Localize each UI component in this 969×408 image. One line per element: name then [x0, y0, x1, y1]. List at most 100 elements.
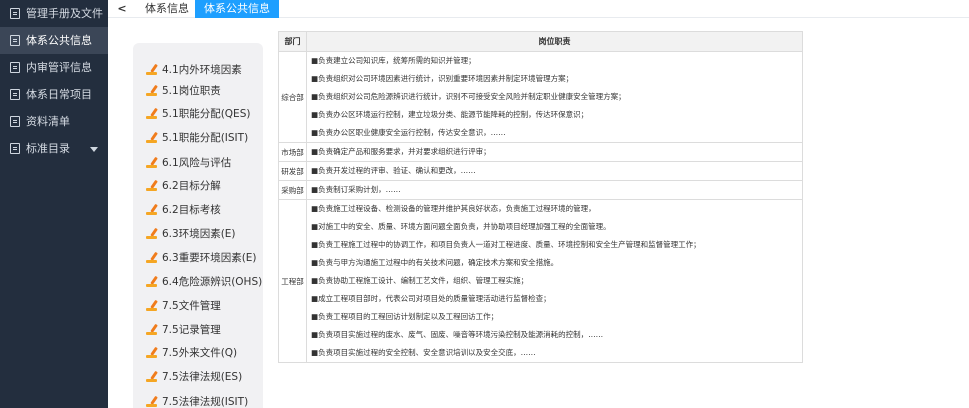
tree-item-label: 5.1职能分配(ISIT) — [162, 132, 249, 144]
duty-line: ■负责确定产品和服务要求，并对要求组织进行评审； — [311, 147, 491, 156]
tree-item[interactable]: 7.5文件管理 — [133, 296, 263, 316]
table-row: 市场部 ■负责确定产品和服务要求，并对要求组织进行评审； — [278, 142, 803, 162]
pencil-icon — [146, 370, 158, 382]
duty-line: ■负责组织对公司危险源辨识进行统计，识别不可接受安全风险并制定职业健康安全管理方… — [311, 92, 626, 101]
pencil-icon — [146, 323, 158, 335]
duty-line: ■负责协助工程施工设计、编制工艺文件，组织、管理工程实施； — [311, 276, 529, 285]
tab-system-info[interactable]: 体系信息 — [136, 0, 198, 18]
duty-line: ■负责工程项目的工程回访计划制定以及工程回访工作； — [311, 312, 499, 321]
sidebar-item-audit-review[interactable]: 内审管评信息 — [0, 54, 108, 81]
dept-cell: 采购部 — [278, 180, 307, 200]
duty-line: ■负责与甲方沟通施工过程中的有关技术问题，确定技术方案和安全措施。 — [311, 258, 559, 267]
sidebar-item-label: 体系公共信息 — [26, 34, 92, 47]
document-icon — [10, 8, 20, 19]
tab-system-public-info[interactable]: 体系公共信息 — [195, 0, 279, 18]
pencil-icon — [146, 156, 158, 168]
dept-cell: 工程部 — [278, 199, 307, 363]
tree-panel: 4.1内外环境因素 5.1岗位职责 5.1职能分配(QES) 5.1职能分配(I… — [133, 43, 263, 408]
document-icon — [10, 89, 20, 100]
pencil-icon — [146, 251, 158, 263]
sidebar-item-label: 标准目录 — [26, 142, 70, 155]
duty-line: ■负责建立公司知识库，统筹所需的知识并管理； — [311, 56, 476, 65]
duty-line: ■负责工程施工过程中的协调工作，和项目负责人一道对工程进度、质量、环境控制和安全… — [311, 240, 701, 249]
duty-line: ■负责施工过程设备、检测设备的管理并维护其良好状态，负责施工过程环境的管理， — [311, 204, 596, 213]
tree-item[interactable]: 6.3环境因素(E) — [133, 224, 263, 244]
duty-line: ■负责制订采购计划，…… — [311, 185, 401, 194]
tree-item-label: 7.5外来文件(Q) — [162, 347, 238, 359]
duty-line: ■负责项目实施过程的安全控制、安全意识培训以及安全交底，…… — [311, 348, 536, 357]
pencil-icon — [146, 227, 158, 239]
duties-cell: ■负责开发过程的评审、验证、确认和更改，…… — [306, 161, 803, 181]
tree-item[interactable]: 7.5外来文件(Q) — [133, 343, 263, 363]
duties-cell: ■负责建立公司知识库，统筹所需的知识并管理； ■负责组织对公司环境因素进行统计，… — [306, 51, 803, 143]
tree-item-label: 6.3重要环境因素(E) — [162, 252, 257, 264]
pencil-icon — [146, 275, 158, 287]
tree-item[interactable]: 5.1职能分配(QES) — [133, 104, 263, 124]
document-icon — [10, 116, 20, 127]
duty-line: ■负责办公区环境运行控制，建立垃圾分类、能源节能降耗的控制，传达环保意识； — [311, 110, 589, 119]
tree-item-label: 5.1职能分配(QES) — [162, 108, 251, 120]
tree-item-label: 6.2目标分解 — [162, 180, 221, 192]
tree-item[interactable]: 6.2目标分解 — [133, 176, 263, 196]
tree-item[interactable]: 4.1内外环境因素 — [133, 60, 263, 80]
duty-line: ■对施工中的安全、质量、环境方面问题全面负责，并协助项目经理加强工程的全面管理。 — [311, 222, 611, 231]
tree-item-label: 6.2目标考核 — [162, 204, 221, 216]
duty-line: ■负责项目实施过程的废水、废气、固废、噪音等环境污染控制及能源消耗的控制，…… — [311, 330, 604, 339]
tab-bar: < 体系信息 体系公共信息 — [108, 0, 969, 18]
dept-cell: 综合部 — [278, 51, 307, 143]
document-icon — [10, 62, 20, 73]
sidebar-item-data-list[interactable]: 资料清单 — [0, 108, 108, 135]
sidebar-item-label: 内审管评信息 — [26, 61, 92, 74]
duty-line: ■负责组织对公司环境因素进行统计，识别重要环境因素并制定环境管理方案； — [311, 74, 574, 83]
table-row: 工程部 ■负责施工过程设备、检测设备的管理并维护其良好状态，负责施工过程环境的管… — [278, 199, 803, 363]
document-icon — [10, 143, 20, 154]
pencil-icon — [146, 395, 158, 407]
tree-item[interactable]: 7.5法律法规(ISIT) — [133, 392, 263, 408]
tree-item-label: 4.1内外环境因素 — [162, 64, 242, 76]
dept-cell: 研发部 — [278, 161, 307, 181]
dept-cell: 市场部 — [278, 142, 307, 162]
sidebar-item-daily-projects[interactable]: 体系日常项目 — [0, 81, 108, 108]
sidebar-item-standard-catalog[interactable]: 标准目录 — [0, 135, 108, 162]
duty-line: ■负责开发过程的评审、验证、确认和更改，…… — [311, 166, 476, 175]
tree-item-label: 7.5法律法规(ES) — [162, 371, 243, 383]
table-header-row: 部门 岗位职责 — [278, 31, 803, 52]
table-row: 采购部 ■负责制订采购计划，…… — [278, 180, 803, 200]
table-row: 研发部 ■负责开发过程的评审、验证、确认和更改，…… — [278, 161, 803, 181]
tree-item[interactable]: 7.5法律法规(ES) — [133, 367, 263, 387]
tree-item[interactable]: 5.1职能分配(ISIT) — [133, 128, 263, 148]
chevron-down-icon — [90, 147, 98, 152]
sidebar: 管理手册及文件 体系公共信息 内审管评信息 体系日常项目 资料清单 标准目录 — [0, 0, 108, 408]
tree-item[interactable]: 5.1岗位职责 — [133, 81, 263, 101]
pencil-icon — [146, 63, 158, 75]
duty-table: 部门 岗位职责 综合部 ■负责建立公司知识库，统筹所需的知识并管理； ■负责组织… — [278, 31, 803, 363]
sidebar-item-label: 资料清单 — [26, 115, 70, 128]
tree-item-label: 7.5记录管理 — [162, 324, 221, 336]
pencil-icon — [146, 179, 158, 191]
tree-item-label: 6.4危险源辨识(OHS) — [162, 276, 263, 288]
tree-item[interactable]: 6.4危险源辨识(OHS) — [133, 272, 263, 292]
column-header-dept: 部门 — [278, 31, 307, 52]
pencil-icon — [146, 107, 158, 119]
pencil-icon — [146, 299, 158, 311]
duties-cell: ■负责制订采购计划，…… — [306, 180, 803, 200]
pencil-icon — [146, 346, 158, 358]
tree-item[interactable]: 6.1风险与评估 — [133, 153, 263, 173]
pencil-icon — [146, 84, 158, 96]
pencil-icon — [146, 203, 158, 215]
sidebar-item-manual-docs[interactable]: 管理手册及文件 — [0, 0, 108, 27]
sidebar-item-public-info[interactable]: 体系公共信息 — [0, 27, 108, 54]
tab-back-button[interactable]: < — [114, 0, 130, 18]
tree-item-label: 6.1风险与评估 — [162, 157, 232, 169]
duties-cell: ■负责确定产品和服务要求，并对要求组织进行评审； — [306, 142, 803, 162]
duty-line: ■负责办公区职业健康安全运行控制，传达安全意识，…… — [311, 128, 506, 137]
pencil-icon — [146, 131, 158, 143]
tree-item-label: 5.1岗位职责 — [162, 85, 221, 97]
sidebar-item-label: 管理手册及文件 — [26, 7, 103, 20]
tree-item[interactable]: 6.3重要环境因素(E) — [133, 248, 263, 268]
tree-item[interactable]: 6.2目标考核 — [133, 200, 263, 220]
tree-item[interactable]: 7.5记录管理 — [133, 320, 263, 340]
tree-item-label: 7.5法律法规(ISIT) — [162, 396, 249, 408]
table-row: 综合部 ■负责建立公司知识库，统筹所需的知识并管理； ■负责组织对公司环境因素进… — [278, 51, 803, 143]
duty-line: ■成立工程项目部时，代表公司对项目处的质量管理活动进行监督检查； — [311, 294, 551, 303]
